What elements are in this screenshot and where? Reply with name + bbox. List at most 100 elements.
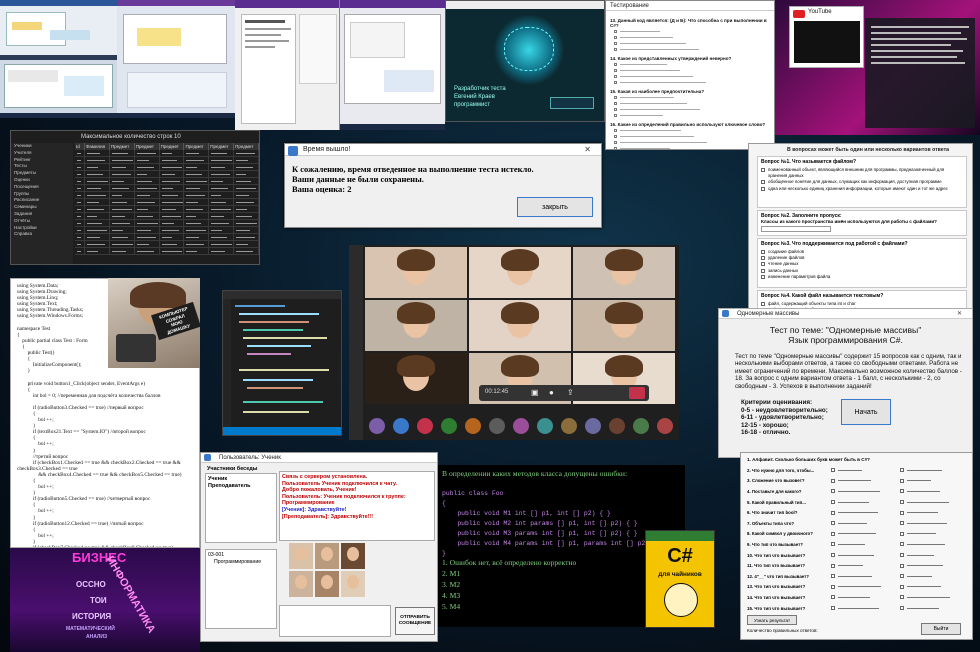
participant-avatar[interactable] (561, 418, 577, 434)
participant-avatar[interactable] (657, 418, 673, 434)
answer-option[interactable]: 3. М2 (442, 579, 576, 590)
table-row[interactable] (75, 185, 259, 192)
send-button[interactable]: ОТПРАВИТЬ СООБЩЕНИЕ (395, 607, 435, 635)
table-row[interactable] (75, 192, 259, 199)
participant-avatar[interactable] (537, 418, 553, 434)
table-row[interactable] (75, 248, 259, 255)
option-checkbox[interactable] (900, 510, 904, 515)
option-checkbox[interactable] (831, 531, 835, 536)
table-row[interactable] (75, 227, 259, 234)
option-checkbox[interactable] (614, 36, 617, 39)
camera-icon[interactable]: ▣ (531, 388, 539, 397)
option-checkbox[interactable] (831, 563, 835, 568)
option-checkbox[interactable] (831, 542, 835, 547)
share-icon[interactable]: ⇪ (567, 388, 574, 397)
option-checkbox[interactable] (614, 63, 617, 66)
exit-button[interactable]: Выйти (921, 623, 961, 635)
option-checkbox[interactable] (614, 129, 617, 132)
files-q2-input[interactable] (761, 226, 831, 232)
option-checkbox[interactable] (831, 489, 835, 494)
chat-video-tile[interactable] (341, 543, 365, 569)
answer-option[interactable] (900, 553, 969, 558)
option-checkbox[interactable] (761, 186, 765, 191)
option-checkbox[interactable] (831, 468, 835, 473)
option-checkbox[interactable] (614, 75, 617, 78)
option-checkbox[interactable] (900, 468, 904, 473)
option-checkbox[interactable] (831, 521, 835, 526)
sidebar-item[interactable]: Ученики (11, 143, 73, 150)
option-checkbox[interactable] (900, 521, 904, 526)
table-row[interactable] (75, 157, 259, 164)
option-checkbox[interactable] (614, 48, 617, 51)
answer-option[interactable] (831, 489, 900, 494)
answer-option[interactable] (831, 500, 900, 505)
brain-start-button[interactable] (550, 97, 594, 109)
answer-option[interactable]: 2. М1 (442, 568, 576, 579)
answer-option[interactable]: 4. М3 (442, 590, 576, 601)
message-input[interactable] (279, 605, 391, 637)
table-row[interactable] (75, 213, 259, 220)
column-header[interactable]: Предмет (234, 143, 259, 150)
mic-icon[interactable]: ● (549, 388, 554, 397)
answer-option[interactable] (900, 521, 969, 526)
answer-option[interactable]: 5. М4 (442, 601, 576, 612)
participant-avatar[interactable] (441, 418, 457, 434)
option-checkbox[interactable] (614, 96, 617, 99)
column-header[interactable]: Предмет (184, 143, 210, 150)
option-checkbox[interactable] (614, 81, 617, 84)
option-checkbox[interactable] (900, 553, 904, 558)
option-checkbox[interactable] (614, 42, 617, 45)
answer-option[interactable] (900, 500, 969, 505)
option-checkbox[interactable] (761, 250, 765, 254)
answer-option[interactable] (900, 531, 969, 536)
option-checkbox[interactable] (900, 574, 904, 579)
answer-option[interactable] (900, 468, 969, 473)
answer-option[interactable] (900, 606, 969, 611)
member-item[interactable]: Преподаватель (208, 483, 274, 490)
option-checkbox[interactable] (614, 147, 617, 149)
answer-option[interactable] (831, 595, 900, 600)
table-row[interactable] (75, 171, 259, 178)
option-checkbox[interactable] (900, 584, 904, 589)
participant-avatar[interactable] (513, 418, 529, 434)
option-checkbox[interactable] (900, 542, 904, 547)
start-button[interactable]: Начать (841, 399, 891, 425)
option-checkbox[interactable] (831, 478, 835, 483)
answer-option[interactable] (831, 468, 900, 473)
participant-avatar[interactable] (393, 418, 409, 434)
answer-option[interactable] (900, 584, 969, 589)
participant-avatar[interactable] (489, 418, 505, 434)
option-checkbox[interactable] (831, 510, 835, 515)
answer-option[interactable] (900, 563, 969, 568)
close-icon[interactable]: ✕ (584, 144, 597, 156)
chat-video-tile[interactable] (315, 571, 339, 597)
column-header[interactable]: Предмет (159, 143, 185, 150)
answer-option[interactable] (831, 553, 900, 558)
answer-option[interactable] (831, 584, 900, 589)
answer-option[interactable] (900, 595, 969, 600)
answer-option[interactable] (831, 574, 900, 579)
option-checkbox[interactable] (831, 595, 835, 600)
table-row[interactable] (75, 178, 259, 185)
answer-option[interactable] (900, 489, 969, 494)
option-checkbox[interactable] (900, 500, 904, 505)
answer-option[interactable] (831, 531, 900, 536)
table-row[interactable] (75, 206, 259, 213)
table-row[interactable] (75, 199, 259, 206)
sidebar-item[interactable]: Справка (11, 231, 73, 238)
option-checkbox[interactable] (831, 606, 835, 611)
answer-option[interactable] (831, 521, 900, 526)
participant-video[interactable] (469, 300, 571, 351)
table-row[interactable] (75, 241, 259, 248)
answer-option[interactable] (900, 478, 969, 483)
participant-video[interactable] (365, 247, 467, 298)
answer-option[interactable]: 1. Ошибок нет, всё определено корректно (442, 557, 576, 568)
sidebar-item[interactable]: Задания (11, 211, 73, 218)
option-checkbox[interactable] (614, 108, 617, 111)
option-checkbox[interactable] (900, 478, 904, 483)
participant-avatar[interactable] (585, 418, 601, 434)
column-header[interactable]: Id (75, 143, 85, 150)
table-row[interactable] (75, 234, 259, 241)
option-checkbox[interactable] (900, 489, 904, 494)
option-checkbox[interactable] (614, 135, 617, 138)
